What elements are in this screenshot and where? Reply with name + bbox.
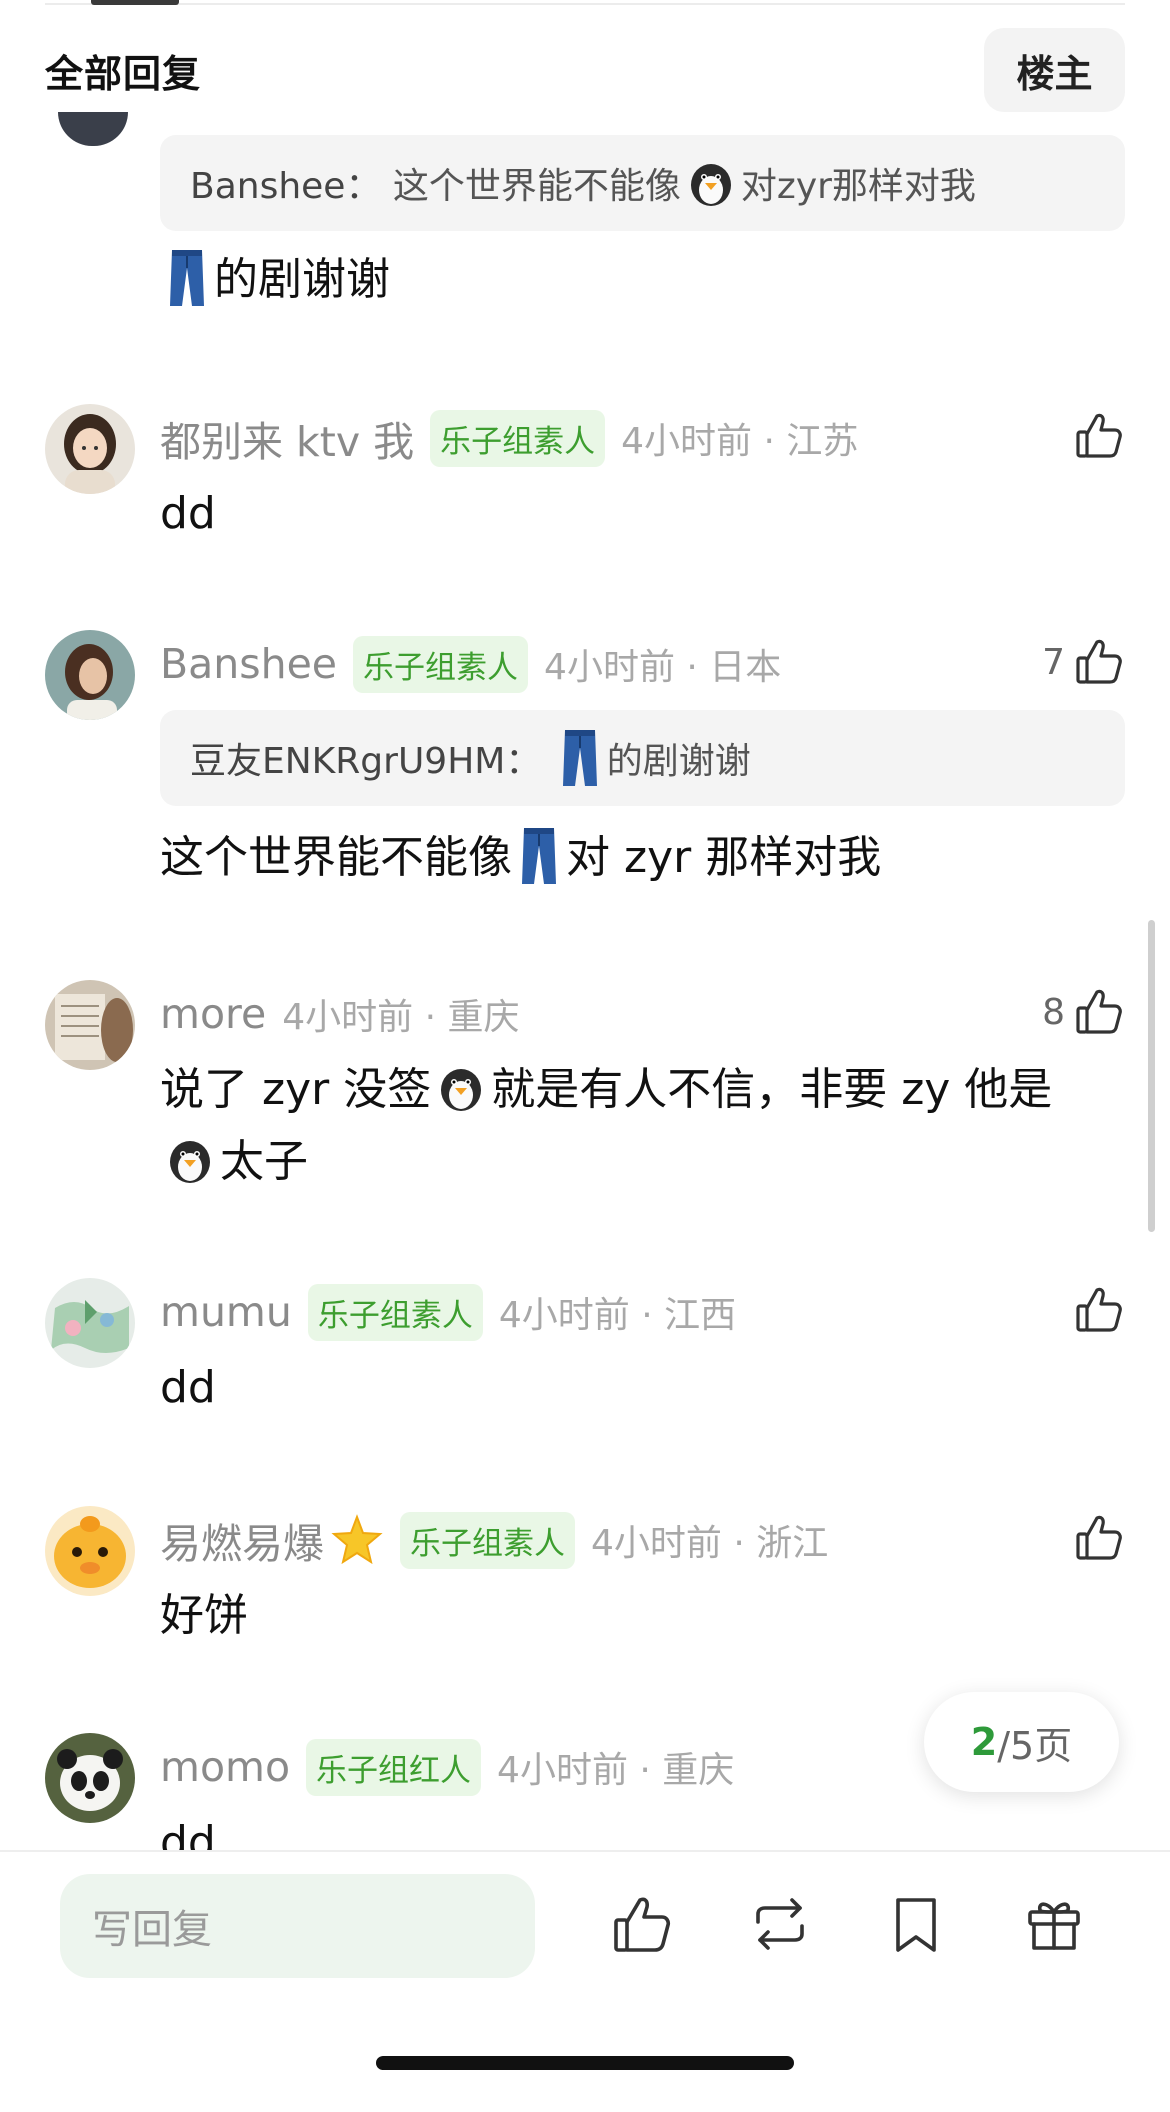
penguin-icon <box>441 1069 482 1111</box>
username[interactable]: momo <box>160 1743 290 1791</box>
comment-text-part: 太子 <box>220 1136 308 1187</box>
group-badge: 乐子组素人 <box>307 1283 483 1341</box>
avatar[interactable] <box>45 1278 135 1368</box>
comment-text-part: 说了 zyr 没签 <box>160 1064 432 1115</box>
group-badge: 乐子组素人 <box>353 635 529 693</box>
comment-text-part: 这个世界能不能像 <box>160 832 512 883</box>
quote-text: 对zyr那样对我 <box>740 166 976 207</box>
reply-text: 的剧谢谢 <box>214 254 390 305</box>
thumb-up-icon <box>1076 639 1122 684</box>
timestamp-location: 4小时前 · 浙江 <box>591 1523 829 1564</box>
page-title: 全部回复 <box>45 51 202 96</box>
timestamp-location: 4小时前 · 重庆 <box>282 997 520 1038</box>
jeans-icon <box>522 828 556 884</box>
like-button[interactable] <box>1065 404 1125 468</box>
quoted-reply[interactable]: Banshee： 这个世界能不能像 对zyr那样对我 <box>160 135 1125 231</box>
timestamp-location: 4小时前 · 江西 <box>498 1295 737 1336</box>
quote-text: 的剧谢谢 <box>606 741 751 782</box>
tab-indicator <box>91 0 179 5</box>
avatar[interactable] <box>45 630 135 720</box>
like-button[interactable] <box>1065 1506 1125 1570</box>
comment-item: more 4小时前 · 重庆 8 说了 zyr 没签 就是有人不信，非要 zy 他… <box>45 980 1125 1190</box>
timestamp-location: 4小时前 · 日本 <box>544 647 782 688</box>
current-page: 2 <box>970 1720 998 1764</box>
thumb-up-icon[interactable] <box>610 1892 674 1956</box>
like-count: 7 <box>1042 641 1065 683</box>
top-divider <box>45 3 1125 5</box>
group-badge: 乐子组红人 <box>306 1738 482 1796</box>
comment-text: 说了 zyr 没签 就是有人不信，非要 zy 他是太子 <box>160 1054 1125 1198</box>
comment-meta: mumu 乐子组素人 4小时前 · 江西 <box>160 1282 1045 1342</box>
thumb-up-icon <box>1076 1287 1122 1332</box>
gift-icon[interactable] <box>1022 1892 1086 1956</box>
comment-text: dd <box>160 1362 216 1413</box>
bottom-action-bar: 写回复 <box>0 1850 1170 2112</box>
timestamp-location: 4小时前 · 江苏 <box>621 421 859 462</box>
comments-page: 全部回复 楼主 Banshee： 这个世界能不能像 对zyr那样对我 的剧谢谢 … <box>0 0 1170 2112</box>
quote-author: Banshee： <box>190 166 382 207</box>
avatar[interactable] <box>45 1733 135 1823</box>
comment-text: 这个世界能不能像 对 zyr 那样对我 <box>160 822 1125 894</box>
comment-item: mumu 乐子组素人 4小时前 · 江西 dd <box>45 1278 1125 1413</box>
pagination-indicator[interactable]: 2/5页 <box>924 1692 1119 1792</box>
thumb-up-icon <box>1076 413 1122 458</box>
comment-text-part: 就是有人不信，非要 zy 他是 <box>491 1064 1053 1115</box>
comment-meta: more 4小时前 · 重庆 <box>160 984 1045 1044</box>
timestamp-location: 4小时前 · 重庆 <box>497 1750 735 1791</box>
comment-meta: 都别来 ktv 我 乐子组素人 4小时前 · 江苏 <box>160 408 1045 468</box>
username[interactable]: 易燃易爆 <box>160 1510 324 1570</box>
repost-icon[interactable] <box>748 1892 812 1956</box>
username[interactable]: 都别来 ktv 我 <box>160 408 414 468</box>
comment-item: Banshee 乐子组素人 4小时前 · 日本 7 豆友ENKRgrU9HM： … <box>45 630 1125 890</box>
like-count: 8 <box>1042 991 1065 1033</box>
penguin-icon <box>170 1141 210 1183</box>
reply-input[interactable]: 写回复 <box>60 1874 535 1978</box>
jeans-icon <box>170 250 204 306</box>
quote-author: 豆友ENKRgrU9HM： <box>190 741 542 782</box>
comment-meta: 易燃易爆 乐子组素人 4小时前 · 浙江 <box>160 1510 1045 1570</box>
comment-item: 都别来 ktv 我 乐子组素人 4小时前 · 江苏 dd <box>45 404 1125 539</box>
star-icon <box>331 1514 383 1565</box>
bookmark-icon[interactable] <box>884 1892 948 1956</box>
avatar[interactable] <box>45 404 135 494</box>
comment-text: dd <box>160 488 216 539</box>
comment-text: 好饼 <box>160 1590 248 1641</box>
op-only-button[interactable]: 楼主 <box>984 28 1125 112</box>
scrollbar[interactable] <box>1148 920 1155 1232</box>
username[interactable]: Banshee <box>160 640 337 688</box>
quote-text: 这个世界能不能像 <box>392 166 681 207</box>
jeans-icon <box>562 730 597 786</box>
comment-meta: momo 乐子组红人 4小时前 · 重庆 <box>160 1737 1045 1797</box>
comment-meta: Banshee 乐子组素人 4小时前 · 日本 <box>160 634 1045 694</box>
penguin-icon <box>690 164 731 206</box>
thumb-up-icon <box>1076 1515 1122 1560</box>
avatar[interactable] <box>45 1506 135 1596</box>
quoted-reply[interactable]: 豆友ENKRgrU9HM： 的剧谢谢 <box>160 710 1125 806</box>
like-button[interactable]: 8 <box>1042 980 1125 1044</box>
group-badge: 乐子组素人 <box>400 1511 575 1569</box>
comment-item: 易燃易爆 乐子组素人 4小时前 · 浙江 好饼 <box>45 1506 1125 1641</box>
group-badge: 乐子组素人 <box>430 409 606 467</box>
username[interactable]: more <box>160 990 266 1038</box>
comment-text-part: 对 zyr 那样对我 <box>566 832 882 883</box>
page-total: /5页 <box>997 1723 1073 1768</box>
username[interactable]: mumu <box>160 1288 292 1336</box>
like-button[interactable]: 7 <box>1042 630 1125 694</box>
thumb-up-icon <box>1076 989 1122 1034</box>
avatar[interactable] <box>45 980 135 1070</box>
home-indicator <box>376 2056 794 2070</box>
reply-placeholder: 写回复 <box>92 1907 212 1953</box>
replies-header: 全部回复 楼主 <box>45 28 1125 112</box>
avatar[interactable] <box>58 112 128 146</box>
reply-body: 的剧谢谢 <box>160 244 1125 316</box>
like-button[interactable] <box>1065 1278 1125 1342</box>
